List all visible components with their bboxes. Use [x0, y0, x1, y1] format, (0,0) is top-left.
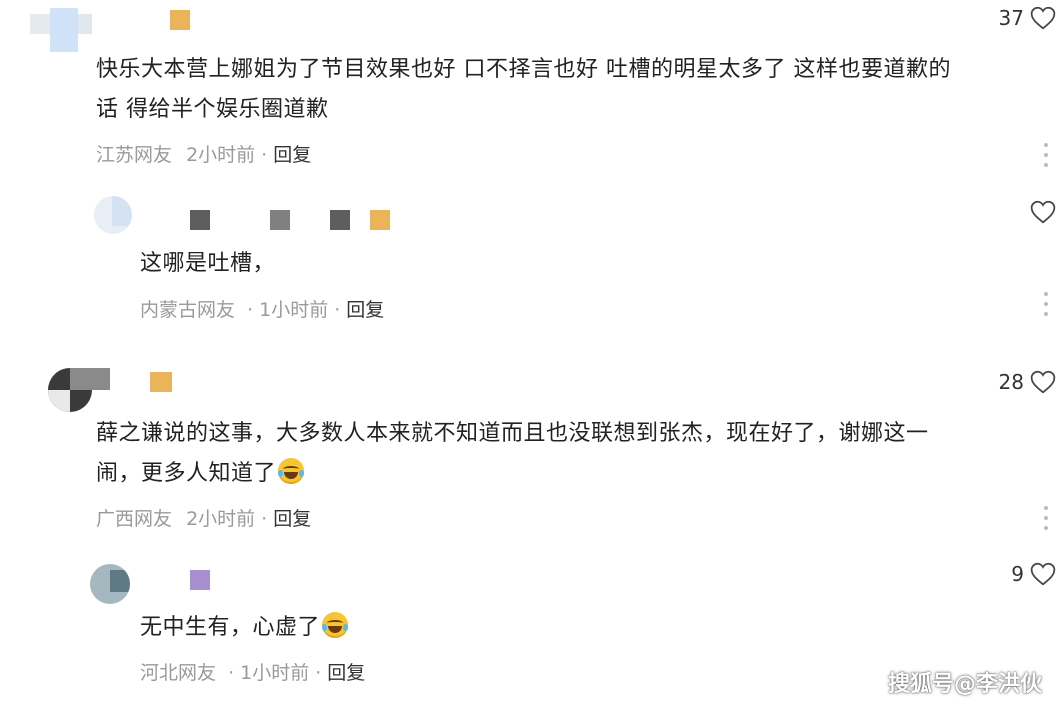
- location: 河北网友: [140, 662, 217, 684]
- separator: ·: [334, 299, 341, 321]
- comment-text-line: 快乐大本营上娜姐为了节目效果也好 口不择言也好 吐槽的明星太多了 这样也要道歉的: [96, 57, 951, 82]
- laughing-emoji-icon: [322, 612, 349, 638]
- time: 2小时前: [186, 508, 256, 530]
- heart-icon: [1030, 562, 1056, 586]
- comment-text-line: 这哪是吐槽，: [140, 251, 276, 276]
- comment-text: 薛之谦说的这事，大多数人本来就不知道而且也没联想到张杰，现在好了，谢娜这一 闹，…: [96, 414, 1036, 494]
- username-redacted-block: [370, 210, 390, 230]
- comment-text: 快乐大本营上娜姐为了节目效果也好 口不择言也好 吐槽的明星太多了 这样也要道歉的…: [96, 50, 1036, 130]
- heart-icon: [1030, 200, 1056, 224]
- username-redacted: [150, 372, 172, 392]
- like-count: 37: [998, 6, 1024, 30]
- comment-item: 28 薛之谦说的这事，大多数人本来就不知道而且也没联想到张杰，现在好了，谢娜这一…: [0, 340, 1062, 550]
- username-redacted: [190, 570, 210, 590]
- separator: ·: [261, 144, 268, 166]
- comment-text-line: 薛之谦说的这事，大多数人本来就不知道而且也没联想到张杰，现在好了，谢娜这一: [96, 421, 929, 446]
- like-button[interactable]: 37: [999, 6, 1056, 30]
- comment-meta: 河北网友 · 1小时前 · 回复: [140, 658, 365, 685]
- separator: ·: [315, 662, 322, 684]
- username-redacted-block: [330, 210, 350, 230]
- comment-text: 无中生有，心虚了: [140, 608, 349, 648]
- reply-button[interactable]: 回复: [273, 144, 311, 166]
- reply-button[interactable]: 回复: [346, 299, 384, 321]
- comment-text-line: 无中生有，心虚了: [140, 615, 321, 640]
- like-count: 9: [1011, 562, 1024, 586]
- separator: ·: [228, 662, 235, 684]
- time: 2小时前: [186, 144, 256, 166]
- like-button[interactable]: [1024, 200, 1056, 224]
- heart-icon: [1030, 370, 1056, 394]
- laughing-emoji-icon: [278, 458, 305, 484]
- like-button[interactable]: 28: [999, 370, 1056, 394]
- comment-item: 37 快乐大本营上娜姐为了节目效果也好 口不择言也好 吐槽的明星太多了 这样也要…: [0, 0, 1062, 180]
- username-redacted: [170, 10, 190, 30]
- separator: ·: [247, 299, 254, 321]
- username-redacted: [190, 210, 210, 230]
- avatar[interactable]: [30, 8, 92, 52]
- more-options-icon[interactable]: [1044, 292, 1048, 316]
- comment-meta: 江苏网友 2小时前 · 回复: [96, 140, 311, 167]
- location: 内蒙古网友: [140, 299, 236, 321]
- location: 江苏网友: [96, 144, 173, 166]
- comment-text-line: 话 得给半个娱乐圈道歉: [96, 97, 329, 122]
- comment-meta: 广西网友 2小时前 · 回复: [96, 504, 311, 531]
- time: 1小时前: [259, 299, 329, 321]
- reply-item: 这哪是吐槽， 内蒙古网友 · 1小时前 · 回复: [0, 180, 1062, 340]
- comment-text-line: 闹，更多人知道了: [96, 461, 277, 486]
- avatar[interactable]: [94, 196, 132, 234]
- more-options-icon[interactable]: [1044, 506, 1048, 530]
- comment-meta: 内蒙古网友 · 1小时前 · 回复: [140, 295, 384, 322]
- like-button[interactable]: 9: [1011, 562, 1056, 586]
- time: 1小时前: [240, 662, 310, 684]
- reply-button[interactable]: 回复: [273, 508, 311, 530]
- avatar-overlay: [70, 368, 110, 390]
- like-count: 28: [998, 370, 1024, 394]
- separator: ·: [261, 508, 268, 530]
- watermark: 搜狐号@李洪伙: [887, 672, 1042, 697]
- more-options-icon[interactable]: [1044, 143, 1048, 167]
- heart-icon: [1030, 6, 1056, 30]
- avatar[interactable]: [90, 564, 130, 604]
- username-redacted-block: [270, 210, 290, 230]
- comment-text: 这哪是吐槽，: [140, 244, 275, 284]
- location: 广西网友: [96, 508, 173, 530]
- reply-button[interactable]: 回复: [327, 662, 365, 684]
